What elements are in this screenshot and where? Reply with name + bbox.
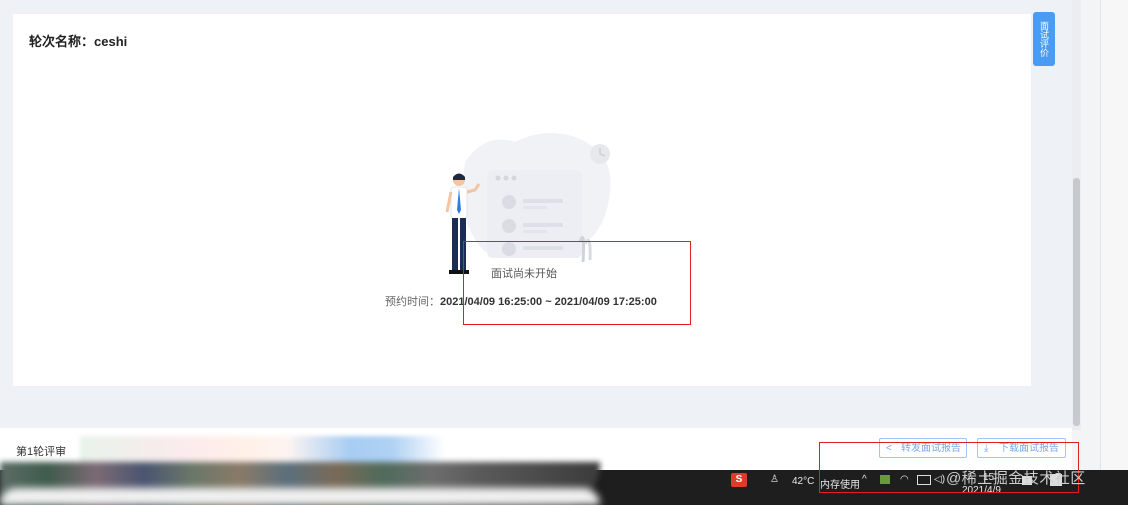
round-name-title: 轮次名称：ceshi — [29, 34, 128, 49]
interview-card: 轮次名称：ceshi 面试尚未开始 预约时间：2021/04/09 16:25:… — [13, 14, 1031, 386]
scheduled-time-label: 预约时间： — [385, 296, 440, 308]
highlight-box-status — [463, 241, 691, 325]
temperature-readout: 42°C — [792, 476, 815, 487]
ime-icon[interactable]: S — [731, 473, 747, 487]
scrollbar-thumb[interactable] — [1073, 178, 1080, 426]
blur-overlay — [0, 488, 600, 505]
round-review-label: 第1轮评审 — [16, 446, 67, 458]
page-background — [0, 0, 1128, 14]
interview-evaluation-tab[interactable]: 面试评价 — [1033, 12, 1055, 66]
side-edge-panel — [1100, 0, 1128, 505]
watermark: @稀土掘金技术社区 — [946, 470, 1086, 487]
people-icon[interactable]: ♙ — [770, 474, 779, 485]
